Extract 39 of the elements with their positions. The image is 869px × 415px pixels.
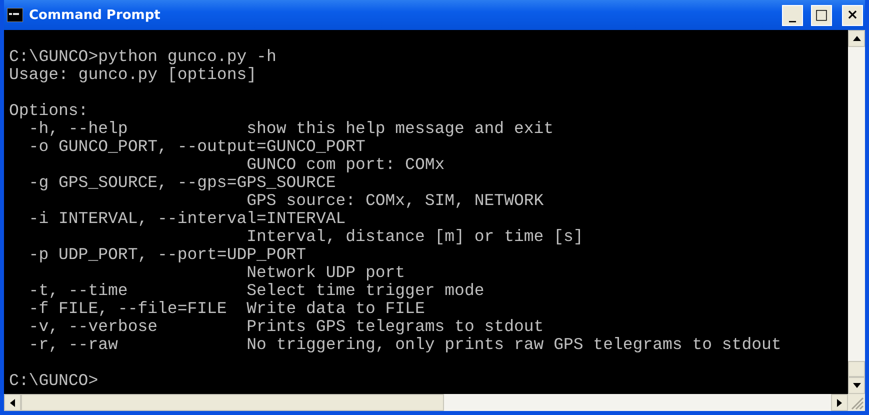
console-line: Usage: gunco.py [options] (9, 65, 257, 84)
command-prompt: C:\GUNCO> (9, 371, 98, 390)
scroll-left-button[interactable] (4, 394, 21, 411)
minimize-button[interactable]: _ (782, 4, 803, 26)
scroll-up-button[interactable] (848, 30, 865, 47)
option-description: Write data to FILE (246, 300, 426, 318)
maximize-button[interactable]: □ (811, 4, 832, 26)
down-arrow-icon (852, 382, 862, 389)
option-flags: -h, --help (28, 120, 129, 138)
option-description: GUNCO com port: COMx (246, 156, 446, 174)
left-arrow-icon (9, 398, 16, 408)
option-description: Interval, distance [m] or time [s] (246, 228, 584, 246)
console-icon (7, 8, 23, 22)
option-flags: -v, --verbose (28, 318, 159, 336)
console-line: C:\GUNCO>python gunco.py -h (9, 47, 276, 66)
horizontal-scrollbar[interactable] (4, 394, 848, 411)
option-description: GPS source: COMx, SIM, NETWORK (246, 192, 545, 210)
option-flags: -t, --time (28, 282, 129, 300)
option-flags: -i INTERVAL, --interval=INTERVAL (28, 210, 347, 228)
scroll-thumb[interactable] (21, 394, 444, 411)
vertical-scrollbar[interactable] (848, 30, 865, 394)
option-description: show this help message and exit (246, 120, 555, 138)
option-description: Network UDP port (246, 264, 406, 282)
close-button[interactable]: × (842, 4, 863, 26)
option-flags: -p UDP_PORT, --port=UDP_PORT (28, 246, 308, 264)
option-flags: -f FILE, --file=FILE (28, 300, 228, 318)
up-arrow-icon (852, 35, 862, 42)
option-flags: -r, --raw (28, 336, 119, 354)
scroll-thumb[interactable] (848, 361, 865, 377)
window-title: Command Prompt (29, 8, 162, 22)
scroll-right-button[interactable] (831, 394, 848, 411)
option-description: Prints GPS telegrams to stdout (246, 318, 545, 336)
option-description: No triggering, only prints raw GPS telegrams to stdout (246, 336, 782, 354)
scroll-down-button[interactable] (848, 377, 865, 394)
console-line: Options: (9, 101, 88, 120)
option-flags: -g GPS_SOURCE, --gps=GPS_SOURCE (28, 174, 337, 192)
right-arrow-icon (836, 398, 843, 408)
option-flags: -o GUNCO_PORT, --output=GUNCO_PORT (28, 138, 366, 156)
option-description: Select time trigger mode (246, 282, 486, 300)
